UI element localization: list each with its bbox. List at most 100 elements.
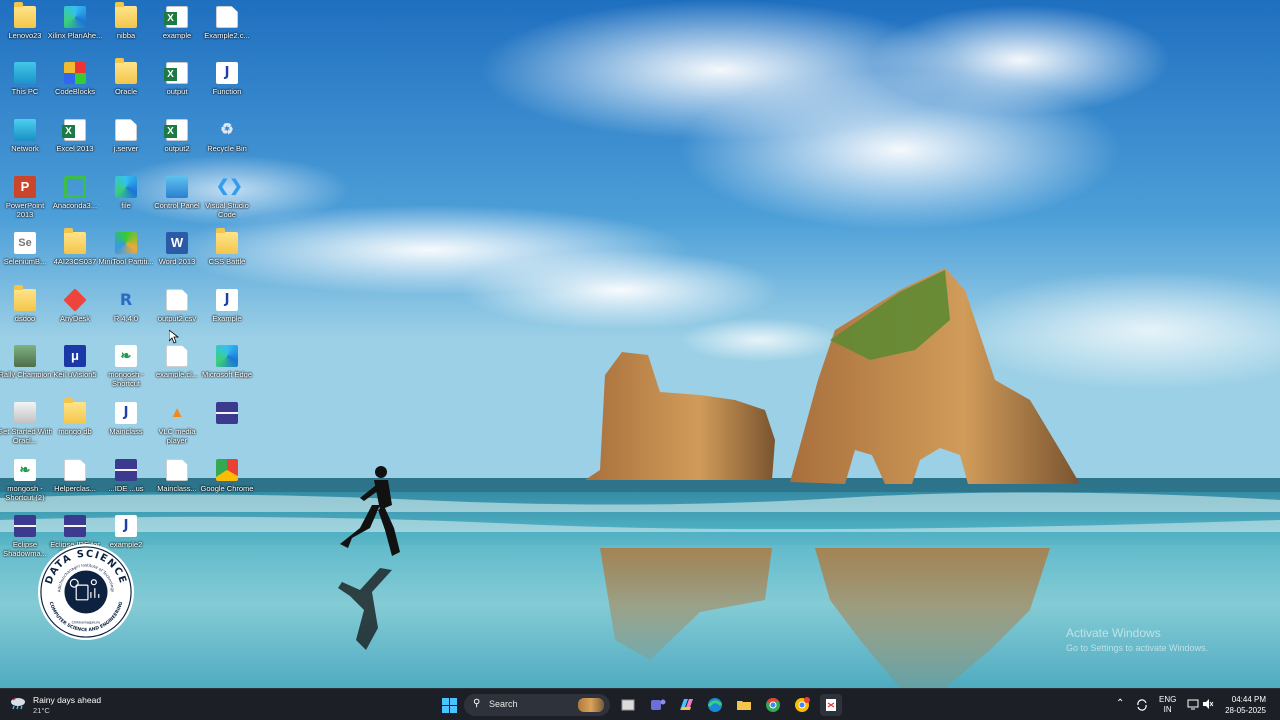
desktop-shortcut[interactable]: μ Keil uVision5 <box>47 341 103 397</box>
desktop-shortcut-label: Xilinx PlanAhe... <box>47 31 103 40</box>
vlc-icon-glyph: ▲ <box>169 404 185 421</box>
desktop-shortcut[interactable]: 4AI23CS037 <box>47 228 103 284</box>
desktop-shortcut[interactable]: This PC <box>0 58 53 114</box>
desktop-shortcut-label: dsdoo <box>14 314 36 323</box>
network-status-icon[interactable] <box>1187 698 1199 710</box>
desktop-shortcut-label: Rally Champion <box>0 370 52 379</box>
excel-icon: X <box>164 6 188 28</box>
desktop-shortcut[interactable]: Control Panel <box>149 172 205 228</box>
desktop-shortcut[interactable]: Xexample <box>149 2 205 58</box>
desktop-shortcut[interactable]: Se SeleniumB... <box>0 228 53 284</box>
file-explorer-alt-icon[interactable] <box>617 694 639 716</box>
desktop-shortcut[interactable]: Oracle <box>98 58 154 114</box>
desktop-shortcut[interactable]: ❮❯ Visual Studio Code <box>199 172 255 228</box>
desktop-shortcut[interactable]: Google Chrome <box>199 455 255 511</box>
word-icon: W <box>166 232 188 254</box>
folder-icon <box>216 228 238 254</box>
desktop-shortcut[interactable]: J Example <box>199 285 255 341</box>
windows-logo-tile <box>450 698 457 705</box>
desktop-shortcut[interactable]: example.cl... <box>149 341 205 397</box>
desktop-shortcut[interactable]: ❧ mongosh - Shortcut (2) <box>0 455 53 511</box>
document-icon <box>115 119 137 141</box>
snipping-tool-icon[interactable] <box>820 694 842 716</box>
mongodb-icon: ❧ <box>115 345 137 367</box>
desktop-shortcut[interactable]: Lenovo23 <box>0 2 53 58</box>
desktop-shortcut[interactable]: Helperclas... <box>47 455 103 511</box>
word-icon-glyph: W <box>170 235 184 250</box>
folder-icon <box>115 2 137 28</box>
logo-city-text: Chikkamagaluru <box>72 620 101 624</box>
start-button[interactable] <box>438 694 460 716</box>
desktop-shortcut[interactable]: J Function <box>199 58 255 114</box>
desktop-shortcut-label: SeleniumB... <box>3 257 47 266</box>
folder-icon <box>64 398 86 424</box>
desktop-shortcut-label: example.cl... <box>155 370 199 379</box>
chrome-icon[interactable] <box>762 694 784 716</box>
rally-icon <box>14 345 36 367</box>
java-icon-glyph: J <box>224 292 230 307</box>
desktop-shortcut[interactable]: Network <box>0 115 53 171</box>
desktop-shortcut[interactable] <box>199 398 255 454</box>
search-icon: ⚲ <box>473 698 481 709</box>
desktop-shortcut[interactable]: Xilinx PlanAhe... <box>47 2 103 58</box>
chrome-icon <box>216 459 238 481</box>
desktop-shortcut[interactable]: ▲ VLC media player <box>149 398 205 454</box>
desktop-shortcut[interactable]: file <box>98 172 154 228</box>
folder-icon <box>14 285 36 311</box>
document-icon <box>166 289 188 311</box>
desktop-shortcut[interactable]: CodeBlocks <box>47 58 103 114</box>
file-explorer-icon[interactable] <box>733 694 755 716</box>
desktop-shortcut[interactable]: X Excel 2013 <box>47 115 103 171</box>
taskbar: Rainy days ahead 21°C ⚲ Search ⌃ ENG IN … <box>0 688 1280 720</box>
desktop-shortcut[interactable]: CSS Battle <box>199 228 255 284</box>
desktop-shortcut[interactable]: P PowerPoint 2013 <box>0 172 53 228</box>
desktop-shortcut[interactable]: Xoutput <box>149 58 205 114</box>
desktop-shortcut-label: Anaconda3... <box>52 201 98 210</box>
sync-icon[interactable] <box>1135 698 1149 712</box>
desktop-shortcut[interactable]: Get Started With Oracl... <box>0 398 53 454</box>
copilot-icon[interactable] <box>675 694 697 716</box>
desktop-shortcut[interactable]: ❧ mongosh - Shortcut <box>98 341 154 397</box>
desktop-shortcut[interactable]: Mainclass... <box>149 455 205 511</box>
chrome-profile-icon[interactable] <box>791 694 813 716</box>
anydesk-icon <box>63 288 87 312</box>
search-placeholder: Search <box>489 699 518 709</box>
desktop-shortcut[interactable]: Rally Champion <box>0 341 53 397</box>
desktop-shortcut[interactable]: ...IDE ...us <box>98 455 154 511</box>
desktop-shortcut[interactable]: J Mainclass <box>98 398 154 454</box>
desktop-shortcut[interactable]: Xoutput2 <box>149 115 205 171</box>
mouse-pointer-icon <box>169 330 179 344</box>
volume-muted-icon[interactable] <box>1202 698 1214 710</box>
keil-icon-glyph: μ <box>71 348 79 363</box>
desktop-shortcut-label: 4AI23CS037 <box>53 257 97 266</box>
desktop-shortcut[interactable]: dsdoo <box>0 285 53 341</box>
desktop-shortcut[interactable]: Example2.c... <box>199 2 255 58</box>
system-clock[interactable]: 04:44 PM 28-05-2025 <box>1225 694 1266 716</box>
desktop-shortcut-label: Google Chrome <box>200 484 254 493</box>
clock-time: 04:44 PM <box>1231 695 1266 704</box>
recycle-bin-icon: ♻ <box>216 119 238 141</box>
desktop-shortcut[interactable]: W Word 2013 <box>149 228 205 284</box>
document-icon <box>166 345 188 367</box>
desktop-shortcut[interactable]: j.server <box>98 115 154 171</box>
desktop-shortcut[interactable]: AnyDesk <box>47 285 103 341</box>
teams-icon[interactable] <box>646 694 668 716</box>
desktop-shortcut-label: VLC media player <box>158 427 196 445</box>
edge-icon[interactable] <box>704 694 726 716</box>
desktop-shortcut[interactable]: Microsoft Edge <box>199 341 255 397</box>
desktop-shortcut[interactable]: R R 4.4.0 <box>98 285 154 341</box>
language-indicator[interactable]: ENG IN <box>1159 695 1176 715</box>
weather-title: Rainy days ahead <box>33 695 102 705</box>
desktop-shortcut[interactable]: MiniTool Partiti... <box>98 228 154 284</box>
search-highlight-image <box>578 698 604 712</box>
recycle-bin-icon-glyph: ♻ <box>220 121 234 138</box>
show-hidden-icons-chevron-icon[interactable]: ⌃ <box>1116 698 1124 709</box>
desktop-shortcut[interactable]: mongo db <box>47 398 103 454</box>
activate-windows-watermark: Activate Windows Go to Settings to activ… <box>1066 626 1208 653</box>
desktop-shortcut-label: output2 <box>164 144 190 153</box>
desktop-shortcut[interactable]: ♻ Recycle Bin <box>199 115 255 171</box>
desktop-shortcut[interactable]: nibba <box>98 2 154 58</box>
taskbar-search-box[interactable]: ⚲ Search <box>464 694 610 716</box>
desktop-shortcut-label: Mainclass... <box>157 484 197 493</box>
desktop-shortcut[interactable]: Anaconda3... <box>47 172 103 228</box>
